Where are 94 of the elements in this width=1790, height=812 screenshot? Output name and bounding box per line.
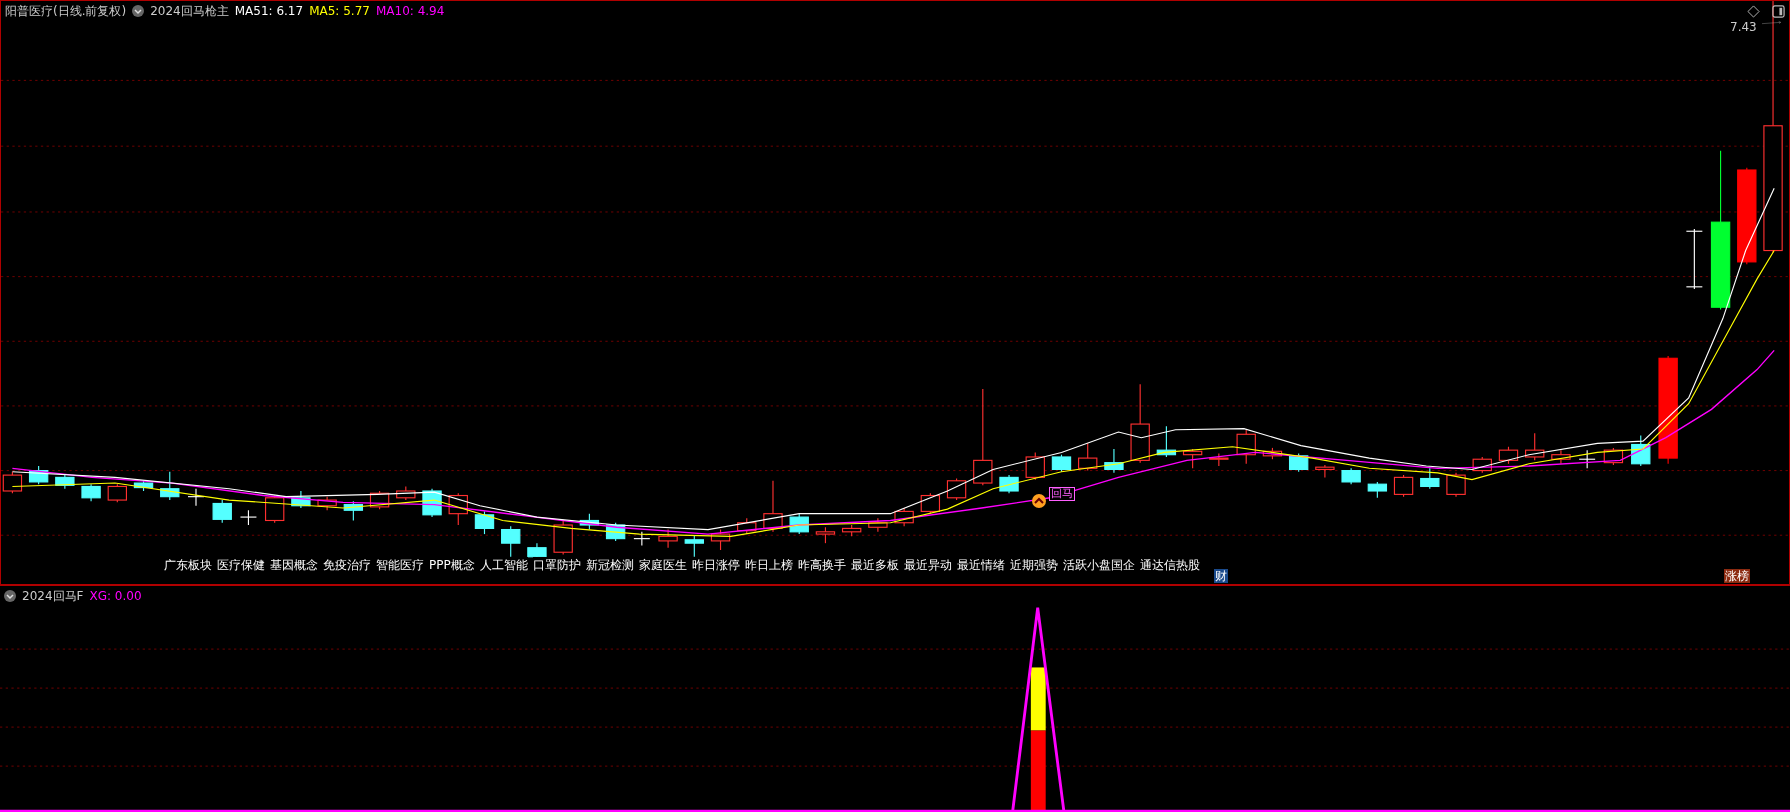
candlestick [448, 492, 468, 526]
concept-tag: 新冠检测 [585, 557, 634, 574]
concept-tag: 口罩防护 [532, 557, 581, 574]
dropdown-icon[interactable] [132, 5, 145, 17]
candlestick [684, 534, 704, 558]
candlestick [1104, 448, 1124, 474]
candlestick [737, 517, 757, 535]
ma-value: MA51: 6.17 [234, 4, 304, 18]
candlestick [1578, 449, 1596, 469]
concept-tag: 通达信热股 [1139, 557, 1200, 574]
candlestick [868, 517, 888, 533]
dropdown-icon[interactable] [4, 590, 16, 602]
candlestick [1367, 481, 1388, 499]
candlestick [55, 474, 75, 490]
candlestick [894, 507, 914, 527]
candlestick [265, 494, 285, 524]
candlestick [1472, 456, 1492, 474]
ma-value: MA5: 5.77 [309, 4, 370, 18]
candlestick [291, 490, 311, 509]
candlestick [763, 480, 783, 533]
candlestick [1315, 464, 1335, 478]
concept-tag: 免疫治疗 [323, 557, 371, 574]
candlestick [1498, 446, 1519, 465]
info-badge[interactable]: 涨榜 [1724, 569, 1750, 583]
candlestick [605, 522, 626, 542]
candlestick [1262, 447, 1283, 460]
candlestick [1525, 432, 1545, 461]
candlestick [1551, 449, 1571, 465]
candlestick [633, 531, 651, 546]
candlestick [1182, 448, 1203, 469]
concept-tag: 最近异动 [903, 557, 952, 574]
signal-bar-upper [1030, 667, 1046, 731]
candlestick [212, 499, 232, 524]
candlestick [815, 526, 836, 544]
candlestick [789, 513, 809, 535]
concept-tag: 昨高换手 [797, 557, 846, 574]
concept-tag: 昨日上榜 [744, 557, 793, 574]
signal-up-icon [1032, 494, 1046, 508]
candlestick [160, 471, 180, 501]
candlestick [1236, 429, 1256, 465]
panel-toggle-icon[interactable] [1772, 4, 1785, 18]
candlestick [841, 524, 862, 537]
candlestick [553, 519, 573, 556]
concept-tag: 人工智能 [479, 557, 528, 574]
candlestick [1209, 453, 1229, 467]
candlestick [920, 492, 941, 515]
candlestick [999, 474, 1019, 494]
candlestick [1631, 434, 1651, 467]
candlestick [1156, 425, 1177, 458]
candlestick [1446, 472, 1466, 498]
concept-tag: 基因概念 [270, 557, 318, 574]
signal-label: 回马 [1049, 487, 1075, 501]
price-label: 7.43 [1730, 20, 1757, 34]
candlestick [579, 513, 600, 531]
candlestick [239, 509, 257, 526]
candlestick [1685, 228, 1703, 290]
diamond-icon[interactable] [1747, 4, 1760, 18]
candlestick [133, 480, 154, 492]
candlestick [1289, 453, 1309, 473]
candlestick [710, 529, 731, 551]
candlestick [946, 477, 967, 501]
concept-tag: 近期强势 [1009, 557, 1058, 574]
indicator-name: 2024回马枪主 [150, 2, 229, 20]
candlestick [1341, 467, 1361, 485]
candlestick [658, 529, 678, 549]
candlestick [317, 496, 337, 511]
candlestick [107, 483, 127, 503]
indicator-name: 2024回马F [22, 587, 84, 605]
candlestick [396, 485, 416, 501]
candlestick [501, 525, 521, 558]
concept-tag: 医疗保健 [217, 557, 265, 574]
concept-tag: PPP概念 [429, 557, 475, 574]
concept-tag: 家庭医生 [638, 557, 687, 574]
concept-tag: 广东板块 [164, 557, 212, 574]
candlestick [1051, 454, 1072, 473]
candlestick [1420, 467, 1440, 490]
info-badge[interactable]: 财 [1214, 569, 1228, 583]
indicator-value: XG: 0.00 [89, 589, 142, 603]
candlestick [1078, 442, 1098, 472]
candlestick [474, 510, 495, 535]
stock-title: 阳普医疗(日线.前复权) [5, 2, 127, 20]
candlestick [28, 465, 49, 485]
concept-tag: 最近情绪 [956, 557, 1005, 574]
concept-tag: 昨日涨停 [691, 557, 740, 574]
candlestick [1393, 474, 1414, 498]
candlestick [1025, 451, 1045, 481]
candlestick [1603, 447, 1624, 466]
ma-value: MA10: 4.94 [375, 4, 445, 18]
candlestick [81, 483, 101, 502]
concept-tag: 智能医疗 [376, 557, 424, 574]
candlestick [343, 500, 364, 522]
candlestick [369, 490, 390, 510]
concept-tag: 活跃小盘国企 [1062, 557, 1135, 574]
concept-tag: 最近多板 [850, 557, 899, 574]
